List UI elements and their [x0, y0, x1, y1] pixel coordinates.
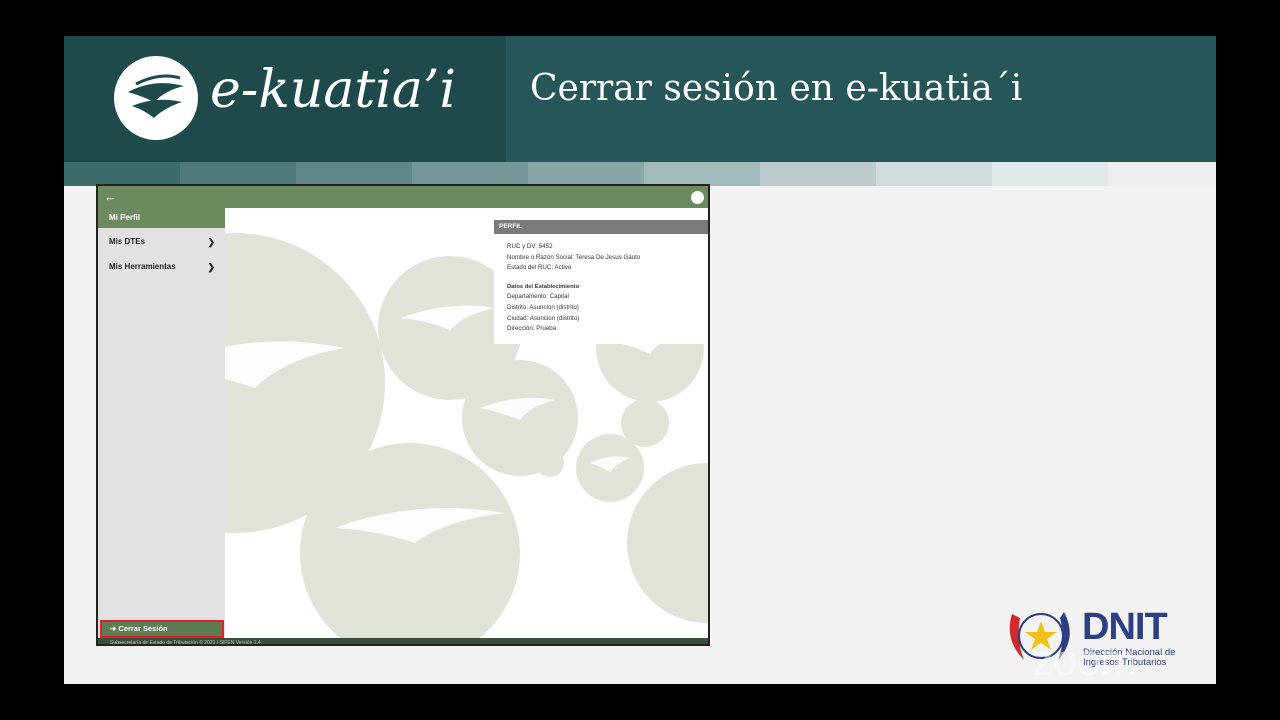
ciudad-field: Ciudad: Asuncion (distrito) — [507, 314, 580, 322]
distrito-field: Distrito: Asuncion (distrito) — [507, 303, 579, 311]
stripe-segment — [528, 162, 644, 186]
profile-header: PERFIL — [494, 220, 708, 234]
stripe-segment — [296, 162, 412, 186]
estado-ruc-field: Estado del RUC: Activo — [507, 264, 572, 272]
sidebar: Mi Perfil Mis DTEs ❯ Mis Herramientas ❯ — [98, 208, 225, 644]
sidebar-item-label: Mis DTEs — [109, 237, 146, 246]
stripe-segment — [64, 162, 180, 186]
footer-text: Subsecretaría de Estado de Tributación ©… — [110, 640, 261, 646]
chevron-down-icon: ❯ — [207, 237, 215, 247]
sidebar-item-label: Mis Herramientas — [109, 262, 176, 271]
slide: e-kuatia’i Cerrar sesión en e-kuatia´i ← — [64, 36, 1216, 684]
zoom-watermark: zoom — [1032, 636, 1137, 685]
app-footer: Subsecretaría de Estado de Tributación ©… — [98, 638, 708, 646]
ekuatia-logo: e-kuatia’i — [64, 36, 506, 162]
chevron-down-icon: ❯ — [207, 262, 215, 272]
sidebar-item-label: Mi Perfil — [109, 213, 141, 222]
app-topbar: ← — [98, 186, 708, 208]
stripe-segment — [1108, 162, 1216, 186]
app-logo-icon — [691, 191, 704, 204]
stripe-segment — [876, 162, 992, 186]
ruc-field: RUC y DV: 5452 — [507, 243, 553, 250]
arrow-left-icon[interactable]: ← — [104, 188, 117, 206]
stripe-segment — [412, 162, 528, 186]
logout-label: ➔ Cerrar Sesión — [110, 624, 168, 633]
ekuatia-logo-icon — [114, 56, 198, 140]
stripe-segment — [760, 162, 876, 186]
logout-button[interactable]: ➔ Cerrar Sesión — [100, 620, 224, 638]
stripe-segment — [992, 162, 1108, 186]
departamento-field: Departamento: Capital — [507, 293, 569, 301]
slide-header: e-kuatia’i Cerrar sesión en e-kuatia´i — [64, 36, 1216, 162]
razon-social-field: Nombre o Razón Social: Teresa De Jesus G… — [507, 253, 641, 261]
sidebar-item-mis-dtes[interactable]: Mis DTEs ❯ — [98, 232, 225, 252]
profile-card: PERFIL RUC y DV: 5452 Nombre o Razón Soc… — [494, 220, 708, 344]
sidebar-item-mi-perfil[interactable]: Mi Perfil — [98, 208, 225, 228]
establecimiento-heading: Datos del Establecimiento — [507, 283, 580, 290]
stripe-segment — [644, 162, 760, 186]
logo-text: e-kuatia’i — [210, 60, 457, 120]
ekuatia-app-window: ← Mi Perfil Mis DTEs ❯ Mis Herramientas … — [96, 184, 710, 646]
profile-body: RUC y DV: 5452 Nombre o Razón Social: Te… — [494, 234, 708, 335]
slide-title: Cerrar sesión en e-kuatia´i — [530, 68, 1023, 109]
direccion-field: Dirección: Prueba — [507, 325, 557, 333]
stripe-segment — [180, 162, 296, 186]
sidebar-item-mis-herramientas[interactable]: Mis Herramientas ❯ — [98, 257, 225, 277]
